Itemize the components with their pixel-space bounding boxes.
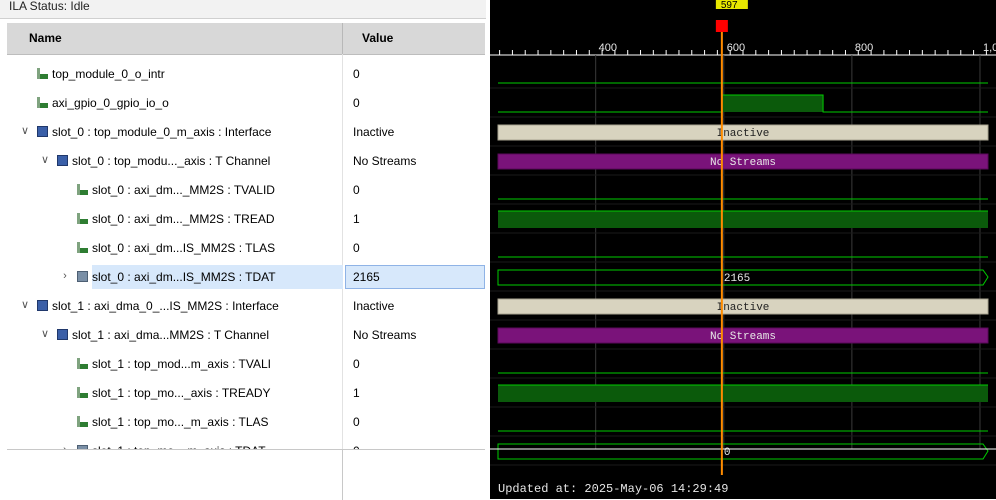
signal-name: slot_0 : axi_dm...IS_MM2S : TLAS (92, 241, 276, 255)
interface-icon (37, 300, 48, 311)
signal-row[interactable]: › slot_0 : axi_dm...IS_MM2S : TDAT 2165 (7, 263, 485, 292)
signal-value: No Streams (353, 154, 417, 168)
signal-list-panel: ILA Status: Idle Name Value top_module_0… (0, 0, 490, 500)
value-column-header[interactable]: Value (362, 31, 393, 45)
signal-row[interactable]: ∨ slot_1 : axi_dma...MM2S : T Channel No S… (7, 321, 485, 350)
signal-row[interactable]: ∨ slot_0 : top_module_0_m_axis : Interfac… (7, 118, 485, 147)
signal-row[interactable]: top_module_0_o_intr 0 (7, 60, 485, 89)
signal-row[interactable]: slot_0 : axi_dm..._MM2S : TVALID 0 (7, 176, 485, 205)
signal-name: slot_1 : axi_dma...MM2S : T Channel (72, 328, 269, 342)
bus-value-label: No Streams (710, 157, 776, 169)
cursor-label: 597 (721, 0, 738, 11)
signal-row[interactable]: ∨ slot_1 : axi_dma_0_...IS_MM2S : Interfa… (7, 292, 485, 321)
signal-name: slot_0 : axi_dm...IS_MM2S : TDAT (92, 270, 276, 284)
trace-high-fill[interactable] (498, 211, 988, 228)
signal-value: No Streams (353, 328, 417, 342)
waveform-viewer[interactable]: 400 600 800 1,0 Inactive No Streams 2165 Inacti… (490, 0, 996, 499)
cursor-marker-icon[interactable] (715, 20, 728, 32)
signal-row[interactable]: slot_0 : axi_dm..._MM2S : TREAD 1 (7, 205, 485, 234)
signal-name: slot_1 : top_mo..._m_axis : TLAS (92, 415, 269, 429)
bus-icon (77, 271, 88, 282)
signal-row[interactable]: ∨ slot_0 : top_modu..._axis : T Channel No… (7, 147, 485, 176)
expand-chevron-icon[interactable]: › (59, 270, 71, 282)
signal-row[interactable]: slot_1 : top_mo..._axis : TREADY 1 (7, 379, 485, 408)
updated-timestamp: Updated at: 2025-May-06 14:29:49 (498, 482, 729, 496)
signal-value: 1 (353, 212, 360, 226)
signal-name: slot_0 : axi_dm..._MM2S : TVALID (92, 183, 275, 197)
bus-trace[interactable] (497, 443, 989, 460)
signal-icon (77, 242, 88, 253)
waveform-canvas[interactable]: 400 600 800 1,0 Inactive No Streams 2165 Inacti… (490, 0, 996, 499)
signal-icon (77, 387, 88, 398)
signal-value: 0 (353, 183, 360, 197)
signal-value: Inactive (353, 125, 395, 139)
column-divider-footer (342, 450, 343, 500)
signal-name: top_module_0_o_intr (52, 67, 165, 81)
signal-value: 0 (353, 415, 360, 429)
signal-table-footer (7, 449, 485, 500)
interface-icon (37, 126, 48, 137)
signal-icon (37, 68, 48, 79)
signal-value: Inactive (353, 299, 395, 313)
signal-value: 0 (353, 67, 360, 81)
signal-table-header: Name Value (7, 23, 485, 55)
signal-name: axi_gpio_0_gpio_io_o (52, 96, 169, 110)
signal-row[interactable]: slot_1 : top_mo..._m_axis : TLAS 0 (7, 408, 485, 437)
signal-icon (77, 358, 88, 369)
signal-name: slot_0 : top_modu..._axis : T Channel (72, 154, 271, 168)
signal-value: 1 (353, 386, 360, 400)
ila-status-bar: ILA Status: Idle (0, 0, 486, 19)
signal-value: 0 (353, 357, 360, 371)
signal-row[interactable]: slot_0 : axi_dm...IS_MM2S : TLAS 0 (7, 234, 485, 263)
interface-icon (57, 155, 68, 166)
collapse-chevron-icon[interactable]: ∨ (19, 125, 31, 137)
signal-value: 0 (353, 241, 360, 255)
signal-icon (77, 416, 88, 427)
collapse-chevron-icon[interactable]: ∨ (39, 328, 51, 340)
interface-icon (57, 329, 68, 340)
signal-name: slot_0 : axi_dm..._MM2S : TREAD (92, 212, 275, 226)
bus-value-label: 2165 (724, 273, 750, 285)
signal-name: slot_0 : top_module_0_m_axis : Interface (52, 125, 272, 139)
signal-icon (77, 213, 88, 224)
bus-value-label: No Streams (710, 331, 776, 343)
signal-value: 0 (353, 96, 360, 110)
signal-name: slot_1 : top_mod...m_axis : TVALI (92, 357, 271, 371)
name-column-header[interactable]: Name (29, 31, 62, 45)
signal-value: 2165 (353, 270, 380, 284)
collapse-chevron-icon[interactable]: ∨ (39, 154, 51, 166)
signal-row[interactable]: slot_1 : top_mod...m_axis : TVALI 0 (7, 350, 485, 379)
ila-status-text: ILA Status: Idle (9, 0, 90, 13)
signal-name: slot_1 : axi_dma_0_...IS_MM2S : Interfac… (52, 299, 279, 313)
trace-pulse-fill[interactable] (721, 95, 824, 112)
signal-icon (37, 97, 48, 108)
column-divider[interactable] (342, 23, 343, 54)
collapse-chevron-icon[interactable]: ∨ (19, 299, 31, 311)
bus-value-label: Inactive (717, 128, 770, 140)
signal-name: slot_1 : top_mo..._axis : TREADY (92, 386, 271, 400)
signal-row[interactable]: axi_gpio_0_gpio_io_o 0 (7, 89, 485, 118)
ruler-tick-label: 400 (599, 42, 617, 54)
ruler-tick-label: 600 (727, 42, 745, 54)
signal-icon (77, 184, 88, 195)
trace-high-fill[interactable] (498, 385, 988, 402)
ruler-tick-label: 800 (855, 42, 873, 54)
bus-value-label: Inactive (717, 302, 770, 314)
ruler-tick-label: 1,0 (983, 42, 996, 54)
